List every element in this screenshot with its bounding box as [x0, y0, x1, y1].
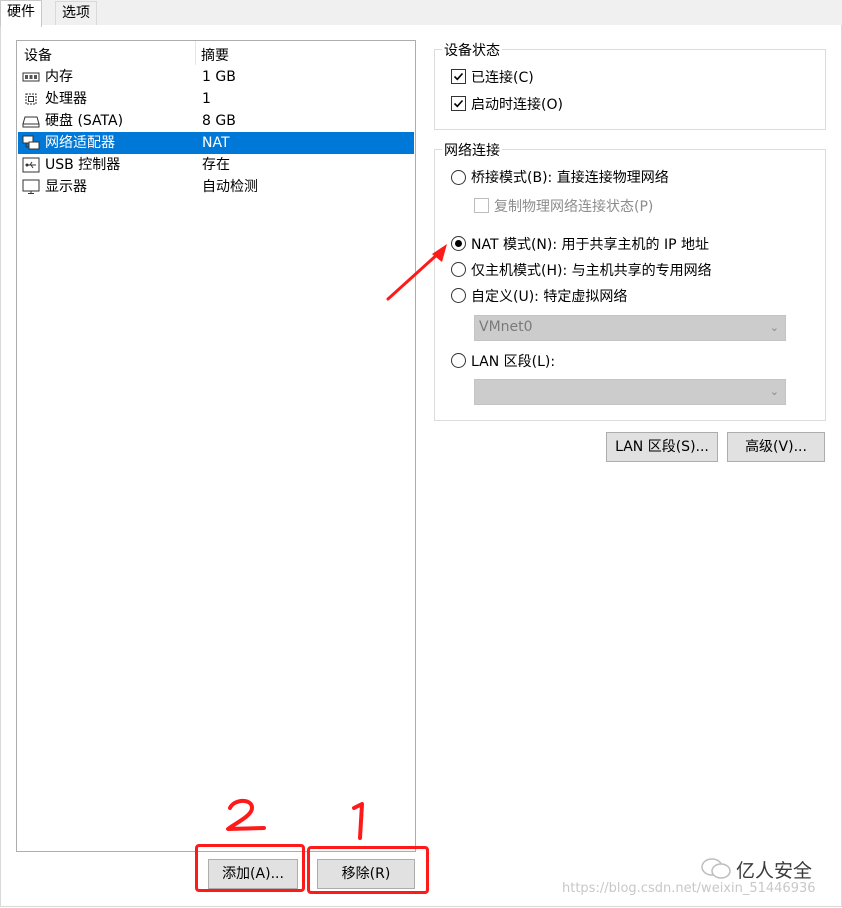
tab-options-label: 选项	[62, 5, 90, 21]
device-name: 网络适配器	[45, 135, 115, 151]
device-summary: 8 GB	[202, 113, 236, 129]
chevron-down-icon: ⌄	[769, 385, 779, 398]
tab-hardware[interactable]: 硬件	[0, 0, 42, 27]
column-header-device[interactable]: 设备	[24, 45, 52, 65]
network-adapter-icon	[22, 135, 40, 150]
processor-icon	[25, 93, 37, 105]
connect-at-power-on-label[interactable]: 启动时连接(O)	[471, 94, 563, 114]
checkmark-icon	[453, 72, 464, 81]
lan-segment-label[interactable]: LAN 区段(L):	[471, 351, 555, 371]
device-status-title: 设备状态	[442, 40, 502, 60]
harddisk-icon	[22, 116, 40, 128]
checkmark-icon	[453, 99, 464, 108]
nat-label[interactable]: NAT 模式(N): 用于共享主机的 IP 地址	[471, 234, 709, 254]
advanced-button-label: 高级(V)...	[745, 439, 807, 455]
tab-hardware-label: 硬件	[7, 4, 35, 20]
connect-at-power-on-checkbox[interactable]	[451, 96, 466, 111]
device-summary: 1 GB	[202, 69, 236, 85]
watermark-url: https://blog.csdn.net/weixin_51446936	[562, 881, 816, 896]
replicate-state-checkbox[interactable]	[474, 198, 489, 213]
tab-options[interactable]: 选项	[55, 1, 97, 25]
watermark-brand: 亿人安全	[736, 860, 813, 882]
custom-network-value: VMnet0	[479, 319, 533, 335]
device-row-display[interactable]: 显示器 自动检测	[18, 176, 414, 198]
device-row-harddisk[interactable]: 硬盘 (SATA) 8 GB	[18, 110, 414, 132]
connected-label[interactable]: 已连接(C)	[471, 67, 534, 87]
remove-button-highlight	[307, 846, 429, 894]
device-status-group	[434, 49, 826, 130]
radio-selected-dot	[455, 240, 462, 247]
replicate-state-label[interactable]: 复制物理网络连接状态(P)	[494, 196, 653, 216]
custom-network-select[interactable]: VMnet0 ⌄	[474, 315, 786, 341]
connected-checkbox[interactable]	[451, 69, 466, 84]
device-row-usb-controller[interactable]: USB 控制器 存在	[18, 154, 414, 176]
host-only-label[interactable]: 仅主机模式(H): 与主机共享的专用网络	[471, 260, 712, 280]
display-icon	[22, 179, 40, 194]
wechat-logo-icon	[701, 858, 731, 879]
device-name: 硬盘 (SATA)	[45, 113, 124, 129]
memory-icon	[22, 72, 40, 82]
lan-segment-select[interactable]: ⌄	[474, 379, 786, 405]
device-summary: NAT	[202, 135, 230, 151]
column-header-summary[interactable]: 摘要	[201, 45, 229, 65]
lan-segments-button[interactable]: LAN 区段(S)...	[606, 432, 718, 462]
red-arrow-icon	[386, 244, 447, 301]
device-name: 处理器	[45, 91, 87, 107]
device-name: USB 控制器	[45, 157, 121, 173]
device-row-network-adapter[interactable]: 网络适配器 NAT	[18, 132, 414, 154]
device-row-processor[interactable]: 处理器 1	[18, 88, 414, 110]
bridged-radio[interactable]	[451, 170, 466, 185]
advanced-button[interactable]: 高级(V)...	[727, 432, 825, 462]
add-button-highlight	[195, 844, 305, 892]
custom-label[interactable]: 自定义(U): 特定虚拟网络	[471, 286, 627, 306]
lan-segments-button-label: LAN 区段(S)...	[615, 439, 709, 455]
network-connection-title: 网络连接	[442, 140, 502, 160]
device-name: 显示器	[45, 179, 87, 195]
tab-strip: 硬件 选项	[0, 0, 842, 27]
column-separator[interactable]	[195, 41, 196, 65]
usb-controller-icon	[22, 157, 40, 173]
device-list[interactable]: 设备 摘要 内存 1 GB 处理器 1 硬盘 (SATA) 8 GB 网络适配器…	[16, 40, 416, 852]
device-summary: 存在	[202, 157, 230, 173]
bridged-label[interactable]: 桥接模式(B): 直接连接物理网络	[471, 167, 669, 187]
device-row-memory[interactable]: 内存 1 GB	[18, 66, 414, 88]
device-name: 内存	[45, 69, 73, 85]
chevron-down-icon: ⌄	[769, 321, 779, 334]
device-summary: 1	[202, 91, 211, 107]
device-summary: 自动检测	[202, 179, 258, 195]
annotation-number-2	[226, 798, 266, 831]
lan-segment-radio[interactable]	[451, 353, 466, 368]
annotation-number-1	[352, 802, 364, 840]
